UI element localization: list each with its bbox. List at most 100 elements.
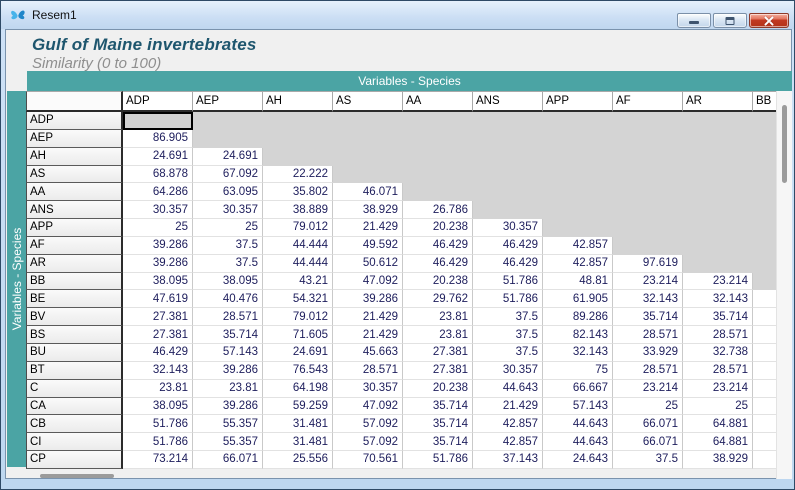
matrix-cell[interactable]: 55.357 (193, 415, 263, 433)
matrix-cell[interactable]: 61.905 (543, 290, 613, 308)
matrix-cell[interactable] (683, 166, 753, 184)
matrix-cell[interactable]: 70.561 (333, 451, 403, 469)
matrix-cell[interactable] (123, 112, 193, 130)
matrix-cell[interactable] (683, 148, 753, 166)
matrix-cell[interactable]: 37.5 (473, 308, 543, 326)
matrix-cell[interactable] (613, 201, 683, 219)
matrix-cell[interactable] (263, 148, 333, 166)
matrix-cell[interactable]: 30.357 (193, 201, 263, 219)
matrix-cell[interactable] (613, 148, 683, 166)
titlebar[interactable]: Resem1 (1, 1, 794, 29)
matrix-cell[interactable]: 31.481 (263, 433, 333, 451)
column-header[interactable]: AS (333, 91, 403, 112)
row-header[interactable]: AA (26, 183, 123, 201)
matrix-cell[interactable] (543, 166, 613, 184)
matrix-cell[interactable]: 73.214 (123, 451, 193, 469)
matrix-cell[interactable]: 68.878 (123, 166, 193, 184)
matrix-cell[interactable]: 42.857 (473, 415, 543, 433)
matrix-cell[interactable]: 39.286 (123, 237, 193, 255)
matrix-cell[interactable]: 51.786 (403, 451, 473, 469)
matrix-cell[interactable]: 32.738 (683, 344, 753, 362)
column-header[interactable]: AH (263, 91, 333, 112)
matrix-cell[interactable] (753, 451, 777, 469)
matrix-cell[interactable] (753, 273, 777, 291)
matrix-cell[interactable]: 21.429 (333, 219, 403, 237)
matrix-cell[interactable]: 66.667 (543, 380, 613, 398)
matrix-cell[interactable] (473, 112, 543, 130)
matrix-cell[interactable]: 43.21 (263, 273, 333, 291)
matrix-cell[interactable]: 49.592 (333, 237, 403, 255)
row-header[interactable]: BV (26, 308, 123, 326)
matrix-cell[interactable]: 51.786 (473, 273, 543, 291)
matrix-cell[interactable]: 47.092 (333, 398, 403, 416)
matrix-cell[interactable]: 25.556 (263, 451, 333, 469)
matrix-cell[interactable] (753, 290, 777, 308)
matrix-cell[interactable]: 30.357 (473, 362, 543, 380)
matrix-cell[interactable]: 46.429 (473, 255, 543, 273)
butterfly-icon[interactable] (10, 7, 26, 23)
matrix-cell[interactable]: 21.429 (333, 308, 403, 326)
matrix-cell[interactable]: 35.714 (613, 308, 683, 326)
matrix-cell[interactable]: 32.143 (683, 290, 753, 308)
matrix-cell[interactable] (753, 130, 777, 148)
column-header[interactable]: BB (753, 91, 777, 112)
vertical-scroll-thumb[interactable] (782, 105, 787, 183)
matrix-cell[interactable] (753, 255, 777, 273)
matrix-cell[interactable] (753, 148, 777, 166)
matrix-cell[interactable]: 35.714 (683, 308, 753, 326)
restore-button[interactable] (713, 13, 747, 28)
matrix-cell[interactable]: 57.143 (543, 398, 613, 416)
matrix-cell[interactable] (473, 183, 543, 201)
matrix-cell[interactable]: 57.092 (333, 433, 403, 451)
matrix-cell[interactable]: 46.429 (403, 237, 473, 255)
matrix-cell[interactable]: 75 (543, 362, 613, 380)
column-header[interactable]: ANS (473, 91, 543, 112)
matrix-cell[interactable] (683, 201, 753, 219)
matrix-cell[interactable] (403, 183, 473, 201)
matrix-cell[interactable]: 66.071 (613, 433, 683, 451)
matrix-cell[interactable]: 44.643 (473, 380, 543, 398)
matrix-cell[interactable]: 67.092 (193, 166, 263, 184)
matrix-cell[interactable] (683, 112, 753, 130)
matrix-cell[interactable]: 21.429 (473, 398, 543, 416)
matrix-cell[interactable] (613, 237, 683, 255)
matrix-cell[interactable] (543, 112, 613, 130)
matrix-cell[interactable]: 23.81 (403, 308, 473, 326)
matrix-cell[interactable] (683, 237, 753, 255)
matrix-cell[interactable]: 89.286 (543, 308, 613, 326)
minimize-button[interactable] (677, 13, 711, 28)
matrix-cell[interactable]: 50.612 (333, 255, 403, 273)
matrix-cell[interactable]: 39.286 (333, 290, 403, 308)
matrix-cell[interactable]: 31.481 (263, 415, 333, 433)
matrix-cell[interactable]: 35.714 (403, 398, 473, 416)
matrix-cell[interactable]: 33.929 (613, 344, 683, 362)
matrix-cell[interactable]: 25 (123, 219, 193, 237)
matrix-cell[interactable]: 86.905 (123, 130, 193, 148)
matrix-cell[interactable]: 44.444 (263, 237, 333, 255)
matrix-cell[interactable] (683, 183, 753, 201)
matrix-cell[interactable] (403, 112, 473, 130)
corner-header-cell[interactable] (26, 91, 123, 112)
matrix-cell[interactable]: 23.81 (123, 380, 193, 398)
matrix-cell[interactable]: 28.571 (613, 362, 683, 380)
matrix-cell[interactable]: 51.786 (473, 290, 543, 308)
matrix-cell[interactable] (613, 166, 683, 184)
matrix-cell[interactable]: 55.357 (193, 433, 263, 451)
matrix-cell[interactable]: 35.714 (403, 433, 473, 451)
matrix-cell[interactable]: 21.429 (333, 326, 403, 344)
matrix-cell[interactable] (613, 183, 683, 201)
matrix-cell[interactable] (473, 130, 543, 148)
matrix-cell[interactable]: 23.214 (683, 380, 753, 398)
matrix-cell[interactable] (753, 362, 777, 380)
matrix-cell[interactable]: 28.571 (613, 326, 683, 344)
matrix-cell[interactable]: 64.286 (123, 183, 193, 201)
matrix-cell[interactable]: 26.786 (403, 201, 473, 219)
matrix-cell[interactable] (613, 219, 683, 237)
matrix-cell[interactable]: 37.143 (473, 451, 543, 469)
matrix-cell[interactable]: 32.143 (123, 362, 193, 380)
matrix-cell[interactable] (753, 112, 777, 130)
matrix-cell[interactable]: 64.881 (683, 415, 753, 433)
matrix-cell[interactable]: 28.571 (193, 308, 263, 326)
matrix-cell[interactable] (263, 130, 333, 148)
matrix-cell[interactable]: 37.5 (473, 326, 543, 344)
